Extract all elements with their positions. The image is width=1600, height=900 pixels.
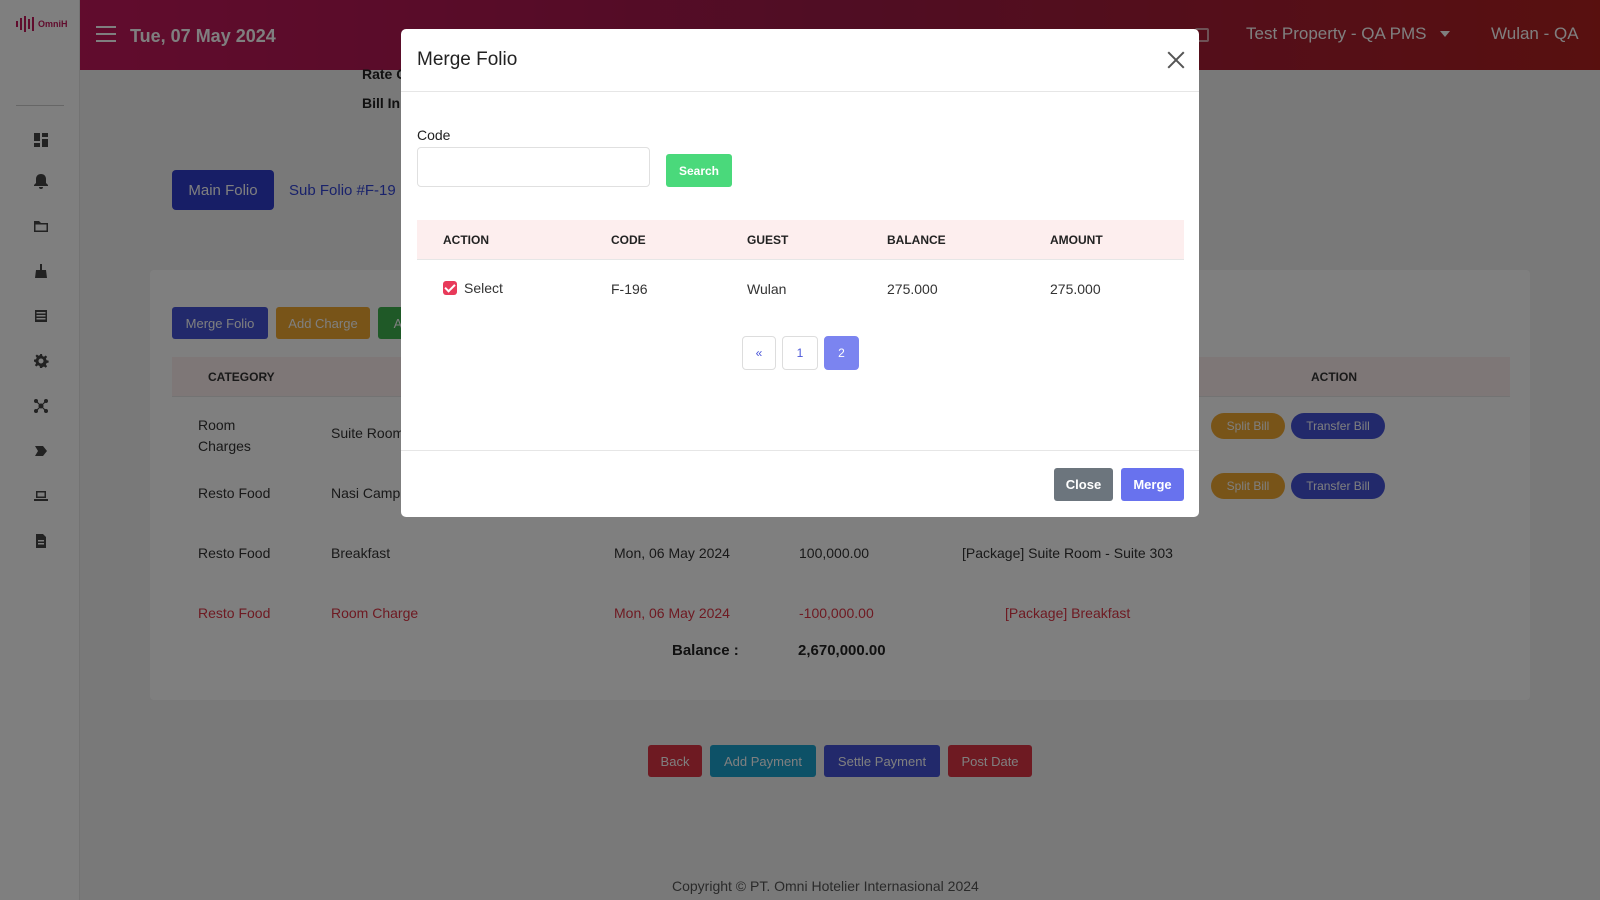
th-balance: BALANCE bbox=[887, 233, 946, 247]
row-code: F-196 bbox=[611, 281, 648, 297]
pagination-page-2[interactable]: 2 bbox=[824, 336, 859, 370]
code-label: Code bbox=[417, 127, 451, 143]
select-label: Select bbox=[464, 280, 503, 296]
modal-footer-divider bbox=[401, 450, 1199, 451]
th-action: ACTION bbox=[443, 233, 489, 247]
th-guest: GUEST bbox=[747, 233, 789, 247]
th-code: CODE bbox=[611, 233, 646, 247]
row-guest: Wulan bbox=[747, 281, 787, 297]
th-amount: AMOUNT bbox=[1050, 233, 1103, 247]
merge-folio-modal: Merge Folio Code Search ACTION CODE GUES… bbox=[401, 29, 1199, 517]
pagination-page-1[interactable]: 1 bbox=[782, 336, 818, 370]
code-input[interactable] bbox=[417, 147, 650, 187]
search-button[interactable]: Search bbox=[666, 154, 732, 187]
pagination-prev[interactable]: « bbox=[742, 336, 776, 370]
row-amount: 275.000 bbox=[1050, 281, 1101, 297]
modal-title: Merge Folio bbox=[417, 49, 518, 70]
modal-header-divider bbox=[401, 91, 1199, 92]
select-checkbox[interactable] bbox=[443, 281, 457, 295]
close-button[interactable]: Close bbox=[1054, 468, 1113, 501]
merge-table-header: ACTION CODE GUEST BALANCE AMOUNT bbox=[417, 220, 1184, 260]
close-icon[interactable] bbox=[1167, 51, 1185, 69]
row-balance: 275.000 bbox=[887, 281, 938, 297]
merge-button[interactable]: Merge bbox=[1121, 468, 1184, 501]
